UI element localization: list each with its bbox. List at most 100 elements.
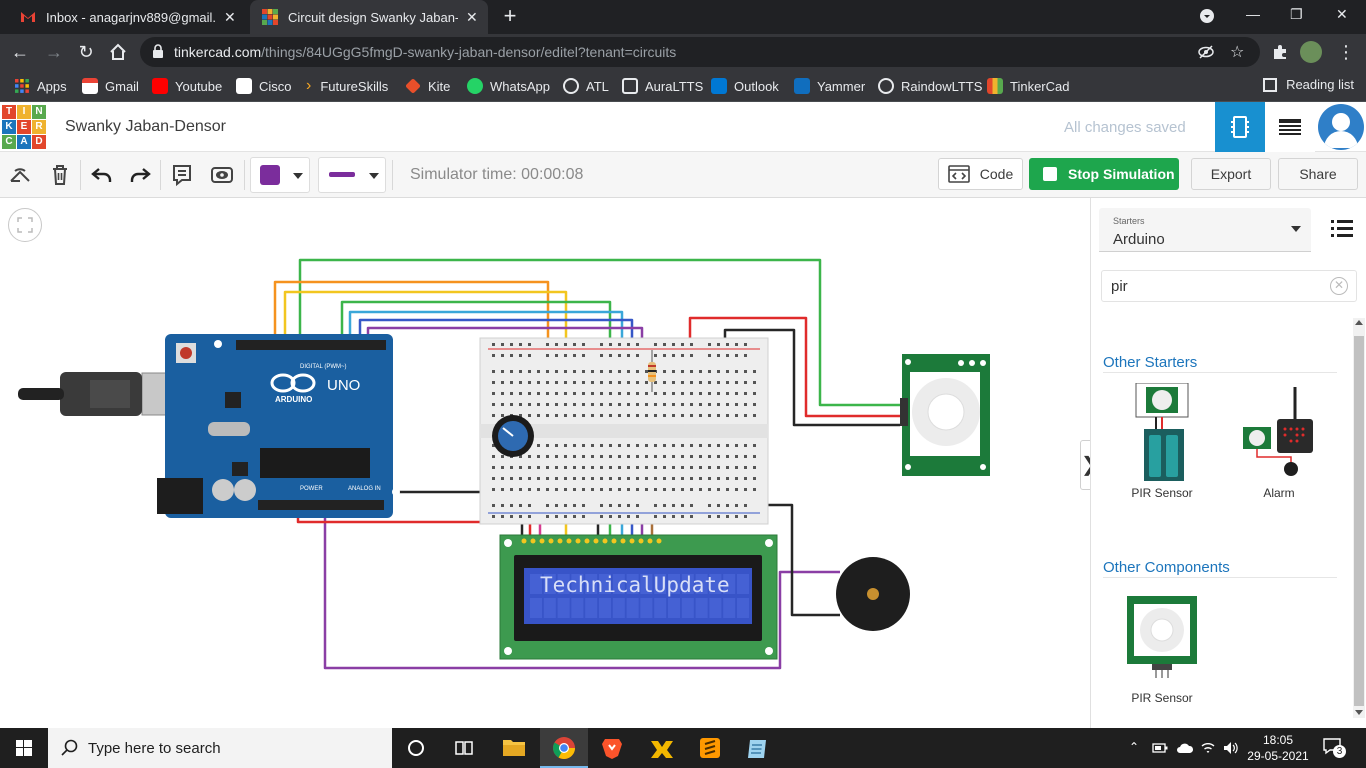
- bookmark-star-icon[interactable]: ☆: [1230, 42, 1244, 62]
- pir-sensor[interactable]: [900, 354, 990, 476]
- close-tab-icon[interactable]: ✕: [466, 9, 478, 26]
- eye-off-icon[interactable]: [1198, 44, 1214, 60]
- bookmark-cisco[interactable]: Cisco: [236, 77, 292, 95]
- tab-inbox[interactable]: Inbox - anagarjnv889@gmail.com ✕: [8, 0, 248, 34]
- bookmark-youtube[interactable]: Youtube: [152, 77, 222, 95]
- bookmark-kite[interactable]: Kite: [405, 77, 450, 95]
- windows-start-icon[interactable]: [0, 728, 48, 768]
- breadboard-hole: [573, 455, 576, 458]
- delete-trash-icon[interactable]: [48, 163, 72, 187]
- component-card-pir-sensor[interactable]: PIR Sensor: [1112, 588, 1212, 708]
- export-button[interactable]: Export: [1191, 158, 1271, 190]
- browser-menu-icon[interactable]: ⋮: [1336, 42, 1356, 62]
- breadboard-hole: [546, 392, 549, 395]
- back-arrow-icon[interactable]: ←: [10, 42, 30, 62]
- file-explorer-icon[interactable]: [490, 728, 538, 768]
- app-yellow-icon[interactable]: [638, 728, 686, 768]
- user-avatar[interactable]: [1318, 104, 1364, 150]
- bookmark-tinkercad[interactable]: TinkerCad: [987, 77, 1069, 95]
- clear-search-icon[interactable]: ✕: [1330, 277, 1348, 295]
- home-icon[interactable]: [108, 42, 128, 62]
- close-tab-icon[interactable]: ✕: [224, 9, 236, 26]
- lcd-cell: [695, 598, 708, 618]
- lcd-16x2-display[interactable]: TechnicalUpdate: [499, 534, 778, 660]
- scroll-down-arrow-icon[interactable]: [1355, 710, 1363, 715]
- starters-dropdown[interactable]: Starters Arduino: [1099, 208, 1311, 252]
- sublime-text-icon[interactable]: [686, 728, 734, 768]
- bookmark-apps[interactable]: Apps: [14, 77, 67, 95]
- editor-toolbar: Simulator time: 00:00:08 Code Stop Simul…: [0, 152, 1366, 198]
- circuit-canvas[interactable]: ARDUINO UNO DIGITAL (PWM~) POWER ANALOG …: [0, 198, 1090, 728]
- potentiometer[interactable]: [492, 415, 534, 457]
- rotate-icon[interactable]: [8, 163, 32, 187]
- panel-scrollbar[interactable]: [1353, 318, 1365, 718]
- starter-card-alarm[interactable]: Alarm: [1229, 383, 1329, 503]
- piezo-buzzer[interactable]: [836, 557, 910, 631]
- battery-icon[interactable]: [1152, 741, 1168, 755]
- reload-icon[interactable]: ↻: [76, 42, 96, 62]
- taskbar-search[interactable]: Type here to search: [48, 728, 392, 768]
- breadboard-hole: [609, 488, 612, 491]
- tab-tinkercad[interactable]: Circuit design Swanky Jaban-Densor ✕: [250, 0, 488, 34]
- volume-icon[interactable]: [1222, 740, 1240, 756]
- project-title[interactable]: Swanky Jaban-Densor: [65, 118, 226, 136]
- profile-avatar[interactable]: [1300, 41, 1322, 63]
- taskbar-clock[interactable]: 18:05 29-05-2021: [1240, 732, 1316, 764]
- bookmark-atl[interactable]: ATL: [563, 77, 609, 95]
- undo-icon[interactable]: [90, 163, 114, 187]
- cortana-circle-icon[interactable]: [392, 728, 440, 768]
- code-button[interactable]: Code: [938, 158, 1023, 190]
- forward-arrow-icon[interactable]: →: [44, 42, 64, 62]
- breadboard-hole: [501, 414, 504, 417]
- close-window-icon[interactable]: ✕: [1336, 6, 1348, 23]
- list-view-icon[interactable]: [1331, 218, 1353, 238]
- redo-icon[interactable]: [128, 163, 152, 187]
- breadboard-hole: [510, 477, 513, 480]
- lcd-cell: [654, 598, 667, 618]
- notification-center-icon[interactable]: 3: [1322, 737, 1346, 758]
- task-view-icon[interactable]: [440, 728, 488, 768]
- extensions-puzzle-icon[interactable]: [1270, 42, 1290, 62]
- wire-type-dropdown[interactable]: [318, 157, 386, 193]
- profile-dropdown-icon[interactable]: [1200, 9, 1214, 23]
- bookmark-yammer[interactable]: Yammer: [794, 77, 865, 95]
- address-bar[interactable]: tinkercad.com/things/84UGgG5fmgD-swanky-…: [140, 37, 1260, 67]
- arduino-uno-board[interactable]: ARDUINO UNO DIGITAL (PWM~) POWER ANALOG …: [157, 334, 400, 518]
- notes-icon[interactable]: [170, 163, 194, 187]
- starter-card-pir-sensor[interactable]: PIR Sensor: [1112, 383, 1212, 503]
- restore-icon[interactable]: ❐: [1290, 6, 1303, 23]
- lcd-cell: [543, 598, 556, 618]
- breadboard-hole: [573, 370, 576, 373]
- schematic-list-view-button[interactable]: [1265, 102, 1315, 152]
- circuit-view-button[interactable]: [1215, 102, 1265, 152]
- fit-to-view-button[interactable]: [8, 208, 42, 242]
- bookmark-outlook[interactable]: Outlook: [711, 77, 779, 95]
- visibility-eye-icon[interactable]: [210, 163, 234, 187]
- scrollbar-thumb[interactable]: [1354, 336, 1364, 706]
- lcd-pin: [566, 538, 572, 544]
- onedrive-cloud-icon[interactable]: [1176, 741, 1194, 755]
- bookmark-raindowltts[interactable]: RaindowLTTS: [878, 77, 982, 95]
- reading-list-button[interactable]: Reading list: [1263, 77, 1354, 92]
- reading-list-icon: [1263, 77, 1278, 92]
- bookmark-auralts[interactable]: AuraLTTS: [622, 77, 703, 95]
- chrome-taskbar-icon[interactable]: [540, 728, 588, 768]
- share-button[interactable]: Share: [1278, 158, 1358, 190]
- component-search-input[interactable]: pir ✕: [1101, 270, 1357, 302]
- bookmark-futureskills[interactable]: › FutureSkills: [306, 77, 388, 95]
- scroll-up-arrow-icon[interactable]: [1355, 320, 1363, 325]
- stop-simulation-button[interactable]: Stop Simulation: [1029, 158, 1179, 190]
- bookmark-gmail[interactable]: Gmail: [82, 77, 139, 95]
- new-tab-button[interactable]: +: [498, 4, 522, 28]
- tray-chevron-up-icon[interactable]: ⌃: [1129, 740, 1139, 754]
- notepad-icon[interactable]: [734, 728, 782, 768]
- bookmark-whatsapp[interactable]: WhatsApp: [467, 77, 550, 95]
- brave-icon[interactable]: [588, 728, 636, 768]
- lcd-cell: [709, 598, 722, 618]
- minimize-icon[interactable]: —: [1246, 6, 1260, 22]
- breadboard-hole: [501, 504, 504, 507]
- wire-color-dropdown[interactable]: [250, 157, 310, 193]
- wifi-icon[interactable]: [1200, 740, 1216, 756]
- breadboard-hole: [564, 504, 567, 507]
- tinkercad-logo[interactable]: TIN KER CAD: [2, 105, 46, 149]
